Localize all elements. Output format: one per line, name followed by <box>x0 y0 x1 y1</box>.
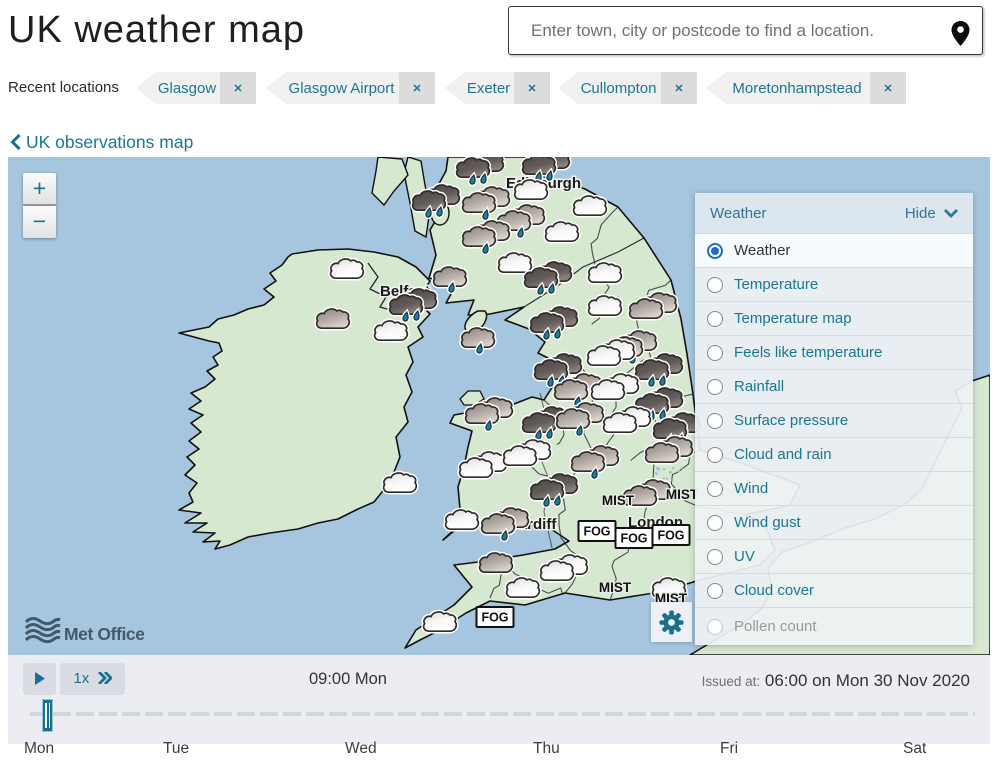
svg-text:FOG: FOG <box>657 529 684 543</box>
svg-text:MIST: MIST <box>666 487 699 502</box>
svg-text:FOG: FOG <box>583 525 610 539</box>
svg-text:MIST: MIST <box>602 493 635 508</box>
svg-text:Met Office: Met Office <box>64 624 144 644</box>
svg-text:MIST: MIST <box>599 580 632 595</box>
svg-text:FOG: FOG <box>620 532 647 546</box>
svg-text:FOG: FOG <box>481 611 508 625</box>
